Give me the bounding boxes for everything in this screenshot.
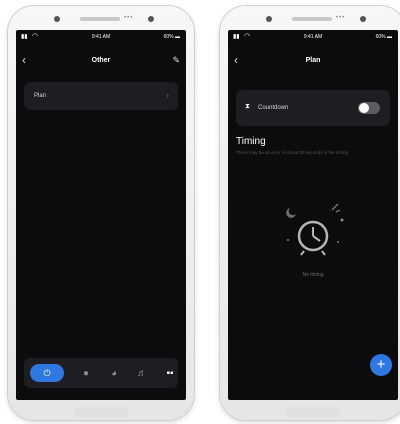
- status-bar: ▮▮ ◠ 9:41 AM 60% ▬: [16, 30, 186, 44]
- music-icon[interactable]: ♬: [134, 365, 150, 381]
- camera-icon: [54, 16, 60, 22]
- status-time: 9:41 AM: [91, 34, 111, 40]
- battery-icon: 60% ▬: [163, 34, 180, 40]
- battery-level: 60%: [375, 34, 386, 40]
- phone-frame-right: ••• ▮▮ ◠ 9:41 AM 60% ▬ ‹ Plan ⧗ Countdow…: [220, 6, 400, 420]
- screen-plan: ▮▮ ◠ 9:41 AM 60% ▬ ‹ Plan ⧗ Countdown Ti…: [228, 30, 398, 400]
- status-time: 9:41 AM: [303, 34, 323, 40]
- battery-level: 60%: [163, 34, 174, 40]
- palette-icon[interactable]: ◕: [106, 365, 122, 381]
- speaker-grille: [80, 17, 120, 21]
- toggle-knob: [359, 103, 369, 113]
- sensor-dots: •••: [336, 15, 346, 21]
- chevron-right-icon: ›: [166, 90, 169, 100]
- add-timing-button[interactable]: +: [370, 354, 392, 376]
- bottom-tab-bar: ⏻ ● ◕ ♬ ▪▪: [24, 358, 178, 388]
- alarm-clock-icon: [286, 203, 344, 256]
- page-title: Plan: [305, 57, 321, 64]
- empty-state-label: No timing: [302, 272, 324, 278]
- grid-icon[interactable]: ▪▪: [162, 365, 178, 381]
- page-title: Other: [91, 57, 111, 64]
- list-item-plan[interactable]: Plan ›: [24, 82, 178, 110]
- timing-hint: There may be an error of about 30 second…: [236, 150, 349, 155]
- status-bar: ▮▮ ◠ 9:41 AM 60% ▬: [228, 30, 398, 44]
- hourglass-icon: ⧗: [245, 103, 250, 110]
- bulb-icon[interactable]: ●: [78, 365, 94, 381]
- home-button: [286, 407, 340, 417]
- edit-icon[interactable]: ✎: [172, 55, 180, 66]
- power-icon[interactable]: ⏻: [30, 364, 64, 382]
- camera-icon: [266, 16, 272, 22]
- camera-icon: [148, 16, 154, 22]
- sensor-dots: •••: [124, 15, 134, 21]
- home-button: [74, 407, 128, 417]
- timing-title: Timing: [236, 136, 266, 147]
- battery-icon: 60% ▬: [375, 34, 392, 40]
- list-item-label: Plan: [34, 93, 47, 99]
- countdown-label: Countdown: [258, 105, 289, 111]
- screen-other: ▮▮ ◠ 9:41 AM 60% ▬ ‹ Other ✎ Plan › ⏻ ● …: [16, 30, 186, 400]
- camera-icon: [360, 16, 366, 22]
- countdown-toggle[interactable]: [358, 102, 380, 114]
- countdown-row: ⧗ Countdown: [236, 90, 390, 126]
- speaker-grille: [292, 17, 332, 21]
- phone-frame-left: ••• ▮▮ ◠ 9:41 AM 60% ▬ ‹ Other ✎ Plan › …: [8, 6, 194, 420]
